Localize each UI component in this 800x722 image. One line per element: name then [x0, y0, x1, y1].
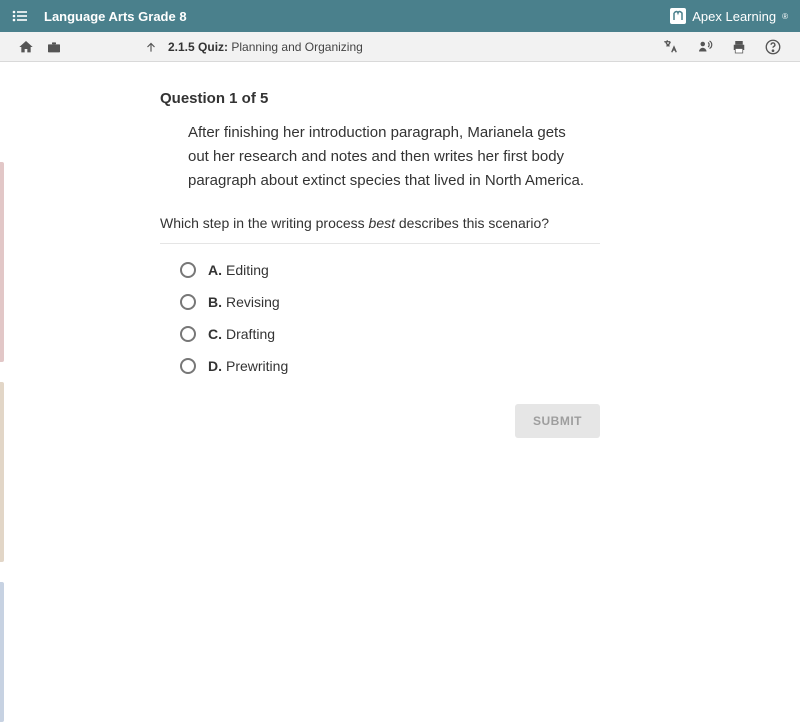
- choice-letter: D.: [208, 358, 222, 374]
- edge-accent: [0, 162, 4, 362]
- question-prompt: Which step in the writing process best d…: [160, 215, 600, 231]
- breadcrumb[interactable]: 2.1.5 Quiz: Planning and Organizing: [144, 40, 363, 54]
- choice-letter: C.: [208, 326, 222, 342]
- home-icon[interactable]: [18, 39, 34, 55]
- question-counter: Question 1 of 5: [160, 90, 600, 107]
- edge-accent: [0, 382, 4, 562]
- crumb-title: Planning and Organizing: [231, 40, 362, 54]
- choice-b[interactable]: B.Revising: [180, 294, 600, 310]
- help-icon[interactable]: [764, 38, 782, 56]
- briefcase-icon[interactable]: [46, 39, 62, 55]
- brand-logo[interactable]: Apex Learning ®: [670, 8, 788, 24]
- choice-text: Prewriting: [226, 358, 288, 374]
- menu-icon[interactable]: [12, 10, 28, 22]
- print-icon[interactable]: [730, 38, 748, 56]
- choice-c[interactable]: C.Drafting: [180, 326, 600, 342]
- choice-letter: B.: [208, 294, 222, 310]
- radio-icon[interactable]: [180, 358, 196, 374]
- top-header: Language Arts Grade 8 Apex Learning ®: [0, 0, 800, 32]
- question-passage: After finishing her introduction paragra…: [188, 121, 588, 193]
- crumb-type: Quiz:: [198, 40, 228, 54]
- crumb-number: 2.1.5: [168, 40, 195, 54]
- radio-icon[interactable]: [180, 326, 196, 342]
- prompt-pre: Which step in the writing process: [160, 215, 369, 231]
- choice-a[interactable]: A.Editing: [180, 262, 600, 278]
- choice-d[interactable]: D.Prewriting: [180, 358, 600, 374]
- course-title: Language Arts Grade 8: [44, 9, 187, 24]
- choice-text: Drafting: [226, 326, 275, 342]
- edge-accent: [0, 582, 4, 722]
- translate-icon[interactable]: [662, 38, 680, 56]
- up-arrow-icon[interactable]: [144, 40, 158, 54]
- prompt-em: best: [369, 215, 395, 231]
- submit-button[interactable]: SUBMIT: [515, 404, 600, 438]
- divider: [160, 243, 600, 244]
- question-panel: Question 1 of 5 After finishing her intr…: [160, 90, 600, 438]
- sub-toolbar: 2.1.5 Quiz: Planning and Organizing: [0, 32, 800, 62]
- radio-icon[interactable]: [180, 294, 196, 310]
- choice-letter: A.: [208, 262, 222, 278]
- prompt-post: describes this scenario?: [395, 215, 549, 231]
- choice-text: Revising: [226, 294, 280, 310]
- radio-icon[interactable]: [180, 262, 196, 278]
- read-aloud-icon[interactable]: [696, 38, 714, 56]
- choice-text: Editing: [226, 262, 269, 278]
- brand-text: Apex Learning: [692, 9, 776, 24]
- choices-list: A.Editing B.Revising C.Drafting D.Prewri…: [180, 262, 600, 374]
